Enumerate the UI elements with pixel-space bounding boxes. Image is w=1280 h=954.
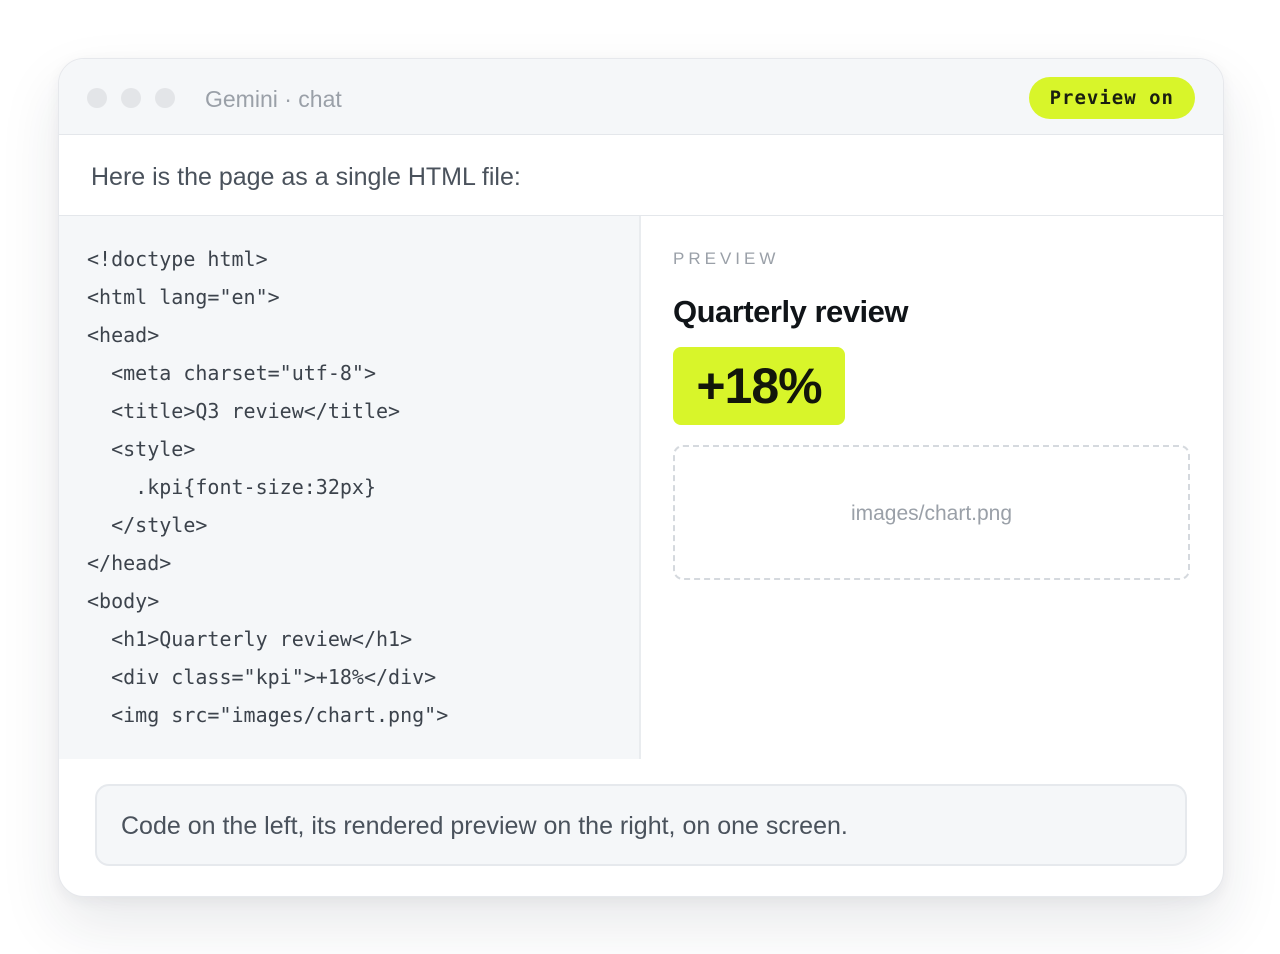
caption-box: Code on the left, its rendered preview o… — [95, 784, 1187, 866]
code-line: .kpi{font-size:32px} — [87, 475, 376, 499]
window-title: Gemini · chat — [205, 86, 342, 112]
image-placeholder-path: images/chart.png — [850, 502, 1013, 525]
code-line: <img src="images/chart.png"> — [87, 703, 449, 727]
code-line: <meta charset="utf-8"> — [87, 361, 376, 385]
title-bar: Gemini · chat Preview on — [59, 59, 1223, 135]
app-window: Gemini · chat Preview on Here is the pag… — [58, 58, 1224, 897]
assistant-message: Here is the page as a single HTML file: — [59, 135, 1223, 216]
image-placeholder: images/chart.png — [673, 445, 1190, 580]
code-line: <body> — [87, 589, 160, 613]
preview-pane: PREVIEW Quarterly review +18% images/cha… — [641, 216, 1223, 759]
code-line: <div class="kpi">+18%</div> — [87, 665, 437, 689]
code-line: </style> — [87, 513, 208, 537]
kpi-badge: +18% — [673, 347, 845, 425]
assistant-message-text: Here is the page as a single HTML file: — [91, 163, 521, 191]
preview-label: PREVIEW — [673, 249, 780, 268]
caption-text: Code on the left, its rendered preview o… — [121, 812, 848, 840]
code-pane[interactable]: <!doctype html> <html lang="en"> <head> … — [59, 216, 641, 759]
window-maximize-dot-icon[interactable] — [155, 88, 175, 108]
window-close-dot-icon[interactable] — [87, 88, 107, 108]
preview-heading: Quarterly review — [673, 294, 908, 329]
code-line: <style> — [87, 437, 196, 461]
code-line: <title>Q3 review</title> — [87, 399, 401, 423]
window-minimize-dot-icon[interactable] — [121, 88, 141, 108]
code-line: </head> — [87, 551, 172, 575]
code-line: <html lang="en"> — [87, 285, 280, 309]
code-line: <!doctype html> — [87, 247, 268, 271]
code-line: <h1>Quarterly review</h1> — [87, 627, 413, 651]
code-line: <head> — [87, 323, 160, 347]
preview-toggle-button[interactable]: Preview on — [1028, 77, 1195, 119]
